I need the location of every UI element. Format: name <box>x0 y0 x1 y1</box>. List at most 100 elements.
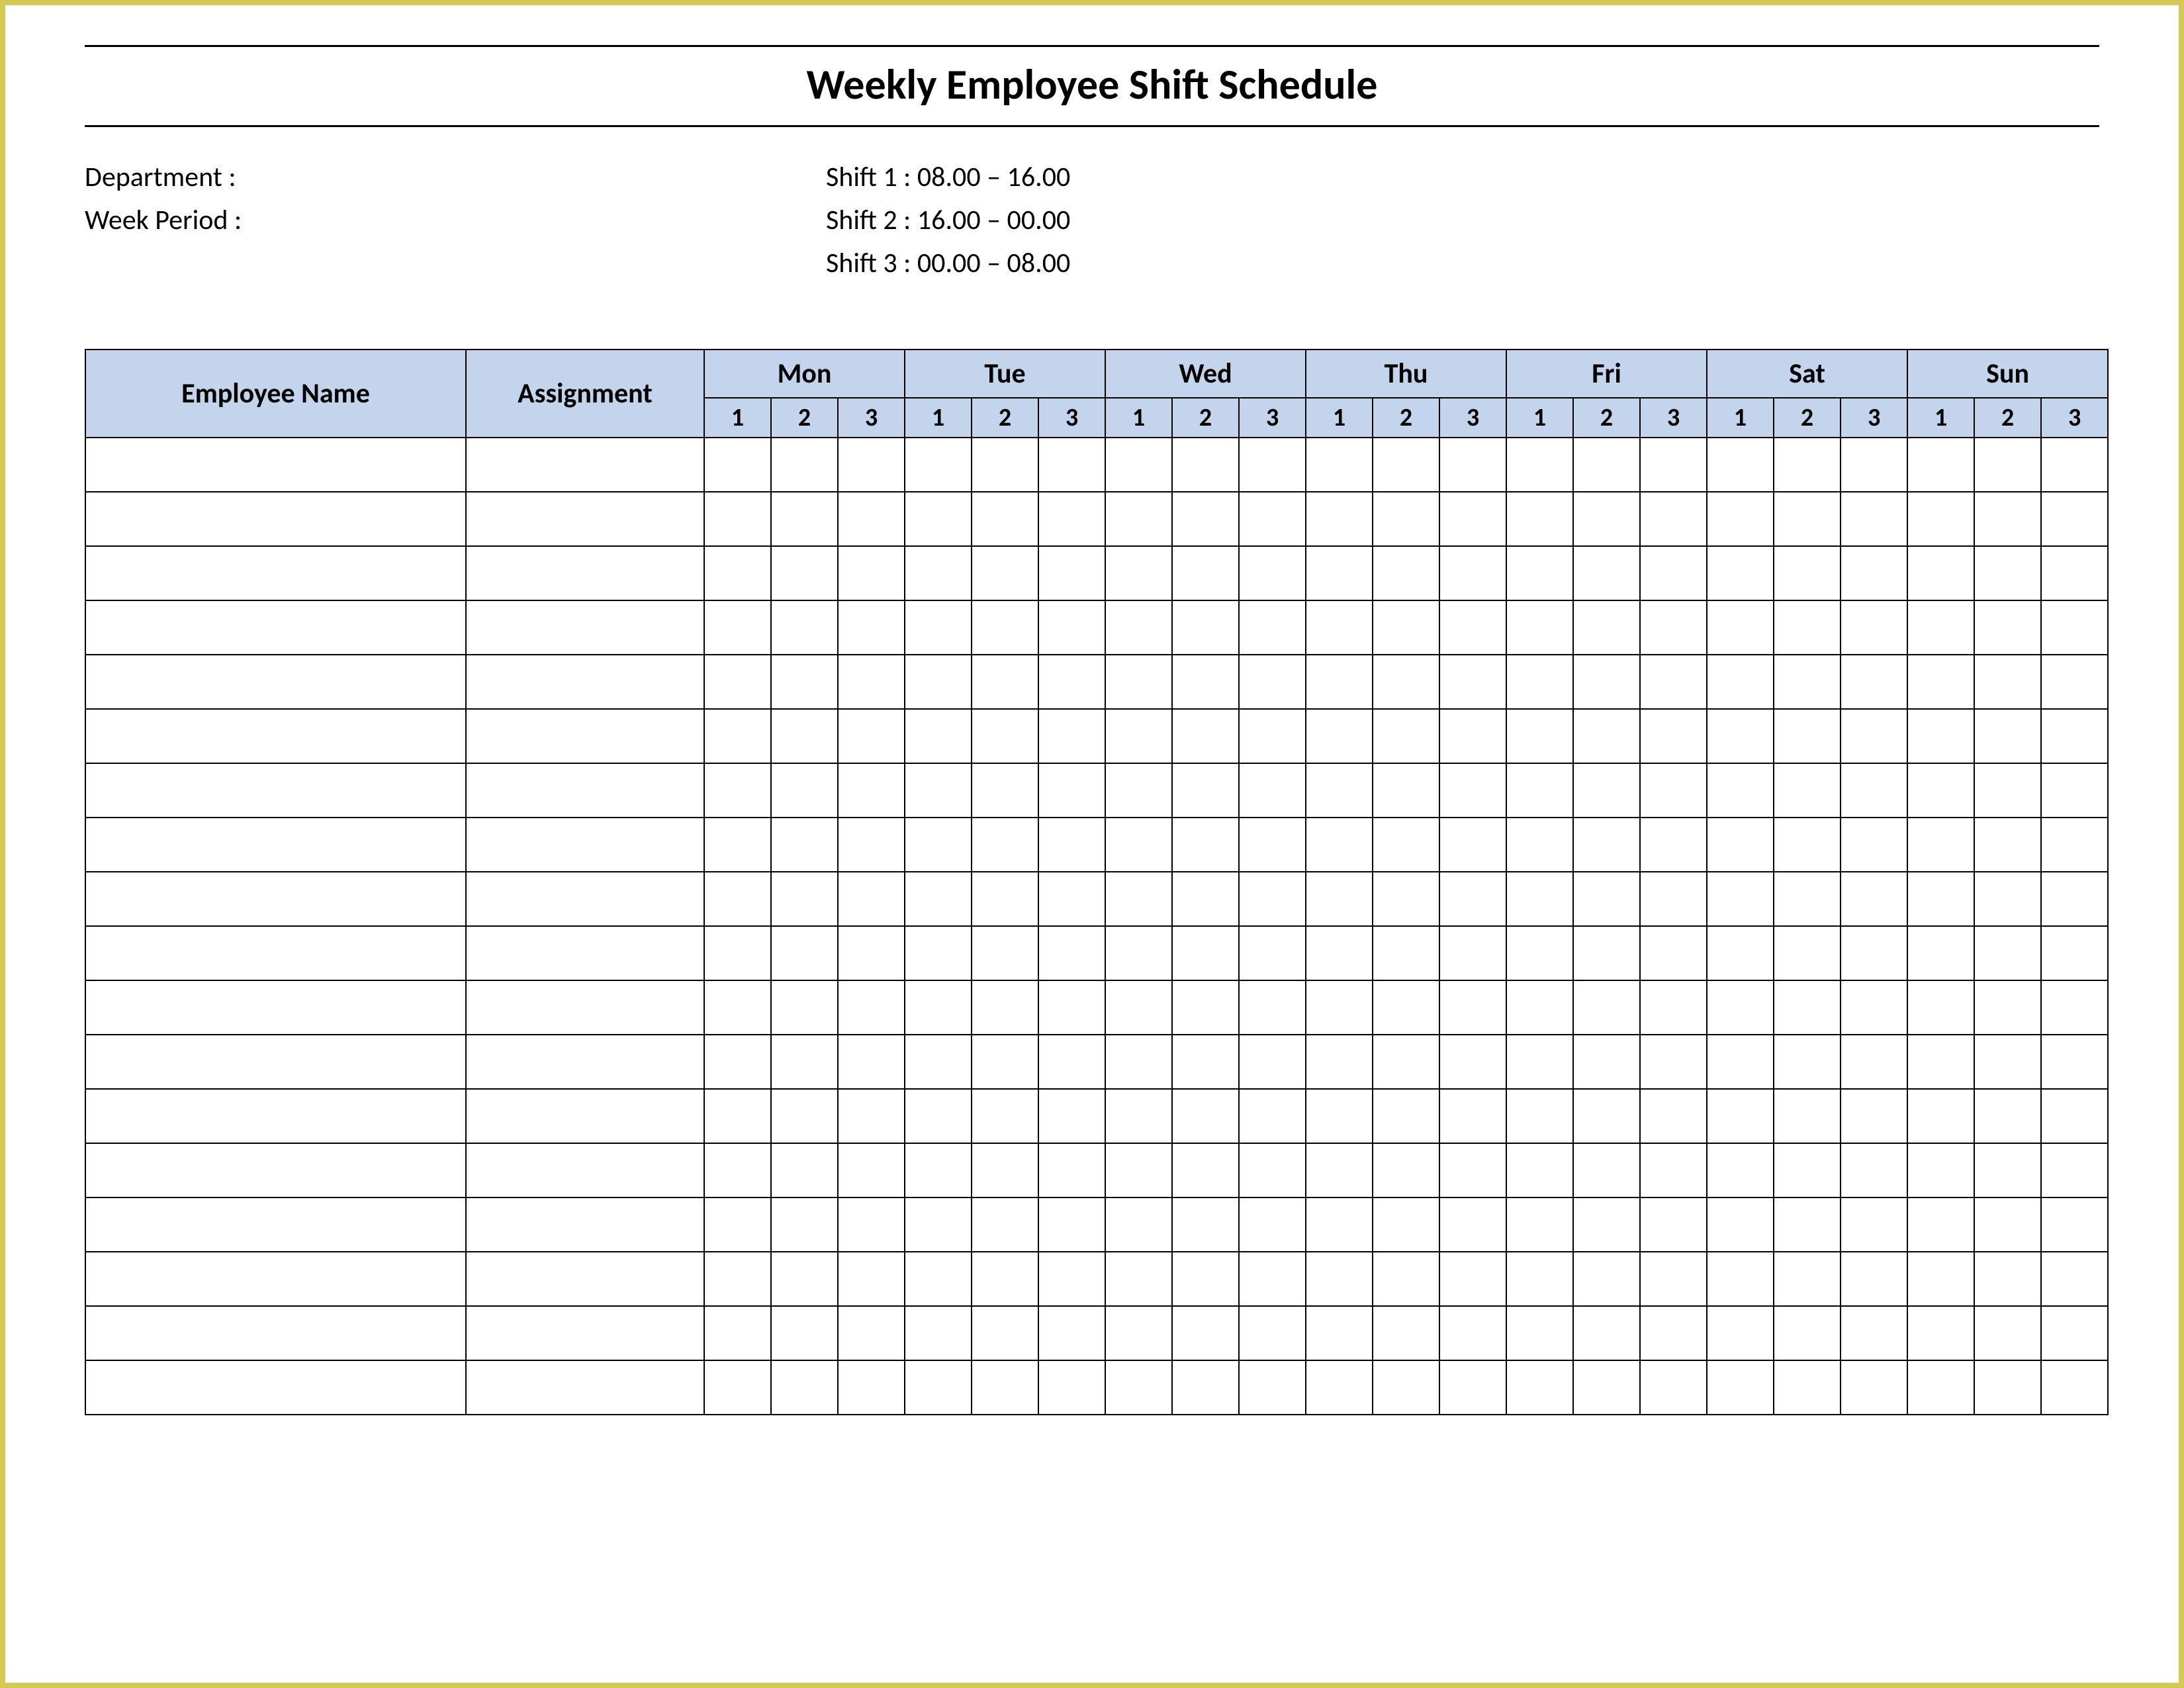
table-cell <box>466 1197 704 1252</box>
table-cell <box>1774 438 1841 492</box>
table-cell <box>1774 1143 1841 1197</box>
schedule-table: Employee Name Assignment Mon Tue Wed Thu… <box>85 349 2109 1415</box>
table-cell <box>2041 872 2108 926</box>
table-cell <box>838 1360 905 1415</box>
table-row <box>85 600 2108 655</box>
table-cell <box>1573 1197 1640 1252</box>
table-cell <box>1306 709 1373 763</box>
table-cell <box>972 926 1038 980</box>
table-cell <box>1841 1089 1907 1143</box>
table-cell <box>838 600 905 655</box>
table-cell <box>905 655 972 709</box>
table-cell <box>1439 1089 1506 1143</box>
table-cell <box>85 546 466 600</box>
table-cell <box>1373 763 1439 818</box>
table-cell <box>1373 926 1439 980</box>
table-cell <box>1306 1306 1373 1360</box>
table-cell <box>972 546 1038 600</box>
table-cell <box>1239 492 1306 546</box>
table-cell <box>1105 1306 1172 1360</box>
table-cell <box>1038 1197 1105 1252</box>
table-cell <box>838 1252 905 1306</box>
table-cell <box>1373 1143 1439 1197</box>
table-cell <box>1439 600 1506 655</box>
table-cell <box>704 1306 771 1360</box>
table-cell <box>1239 546 1306 600</box>
table-cell <box>704 926 771 980</box>
table-cell <box>1974 1143 2041 1197</box>
table-cell <box>1573 1089 1640 1143</box>
table-cell <box>1640 818 1707 872</box>
table-cell <box>85 926 466 980</box>
table-cell <box>771 600 838 655</box>
table-cell <box>771 1089 838 1143</box>
table-cell <box>771 1035 838 1089</box>
table-cell <box>85 980 466 1035</box>
table-cell <box>1373 655 1439 709</box>
table-cell <box>1439 655 1506 709</box>
table-cell <box>1907 1035 1974 1089</box>
table-cell <box>1239 1197 1306 1252</box>
table-cell <box>972 655 1038 709</box>
table-cell <box>972 872 1038 926</box>
table-cell <box>838 926 905 980</box>
table-cell <box>1306 1360 1373 1415</box>
table-cell <box>1774 818 1841 872</box>
table-cell <box>1105 438 1172 492</box>
table-cell <box>1306 438 1373 492</box>
table-cell <box>1038 1252 1105 1306</box>
table-cell <box>1974 492 2041 546</box>
table-cell <box>1439 926 1506 980</box>
table-cell <box>1172 600 1239 655</box>
table-cell <box>1974 709 2041 763</box>
table-row <box>85 980 2108 1035</box>
table-cell <box>704 1035 771 1089</box>
table-cell <box>466 1252 704 1306</box>
table-cell <box>838 872 905 926</box>
table-cell <box>1506 763 1573 818</box>
table-cell <box>1306 818 1373 872</box>
table-cell <box>1506 1035 1573 1089</box>
col-shift-sub: 1 <box>905 398 972 438</box>
table-cell <box>1707 1252 1774 1306</box>
col-shift-sub: 2 <box>1774 398 1841 438</box>
table-row <box>85 1035 2108 1089</box>
table-cell <box>1640 1143 1707 1197</box>
table-cell <box>972 1306 1038 1360</box>
table-cell <box>1907 1143 1974 1197</box>
table-cell <box>771 546 838 600</box>
table-cell <box>905 818 972 872</box>
table-cell <box>1239 1252 1306 1306</box>
table-cell <box>704 1252 771 1306</box>
table-cell <box>1707 1197 1774 1252</box>
table-row <box>85 1089 2108 1143</box>
table-cell <box>1707 1143 1774 1197</box>
table-cell <box>1038 709 1105 763</box>
table-cell <box>1841 492 1907 546</box>
table-cell <box>1841 438 1907 492</box>
table-cell <box>972 980 1038 1035</box>
table-cell <box>905 1252 972 1306</box>
shift1-label: Shift 1 : 08.00 – 16.00 <box>826 160 1070 194</box>
table-cell <box>1640 1306 1707 1360</box>
table-cell <box>1506 872 1573 926</box>
table-cell <box>466 655 704 709</box>
table-cell <box>85 1035 466 1089</box>
table-cell <box>1974 1035 2041 1089</box>
table-cell <box>85 818 466 872</box>
table-cell <box>1105 872 1172 926</box>
col-shift-sub: 3 <box>1640 398 1707 438</box>
table-cell <box>1841 600 1907 655</box>
table-cell <box>704 872 771 926</box>
table-cell <box>1105 1143 1172 1197</box>
table-cell <box>1105 546 1172 600</box>
table-cell <box>85 1360 466 1415</box>
table-cell <box>1506 709 1573 763</box>
table-cell <box>1439 492 1506 546</box>
table-cell <box>1707 546 1774 600</box>
table-cell <box>972 1197 1038 1252</box>
table-cell <box>1373 492 1439 546</box>
table-cell <box>466 1143 704 1197</box>
table-cell <box>1506 1252 1573 1306</box>
table-cell <box>1774 1089 1841 1143</box>
